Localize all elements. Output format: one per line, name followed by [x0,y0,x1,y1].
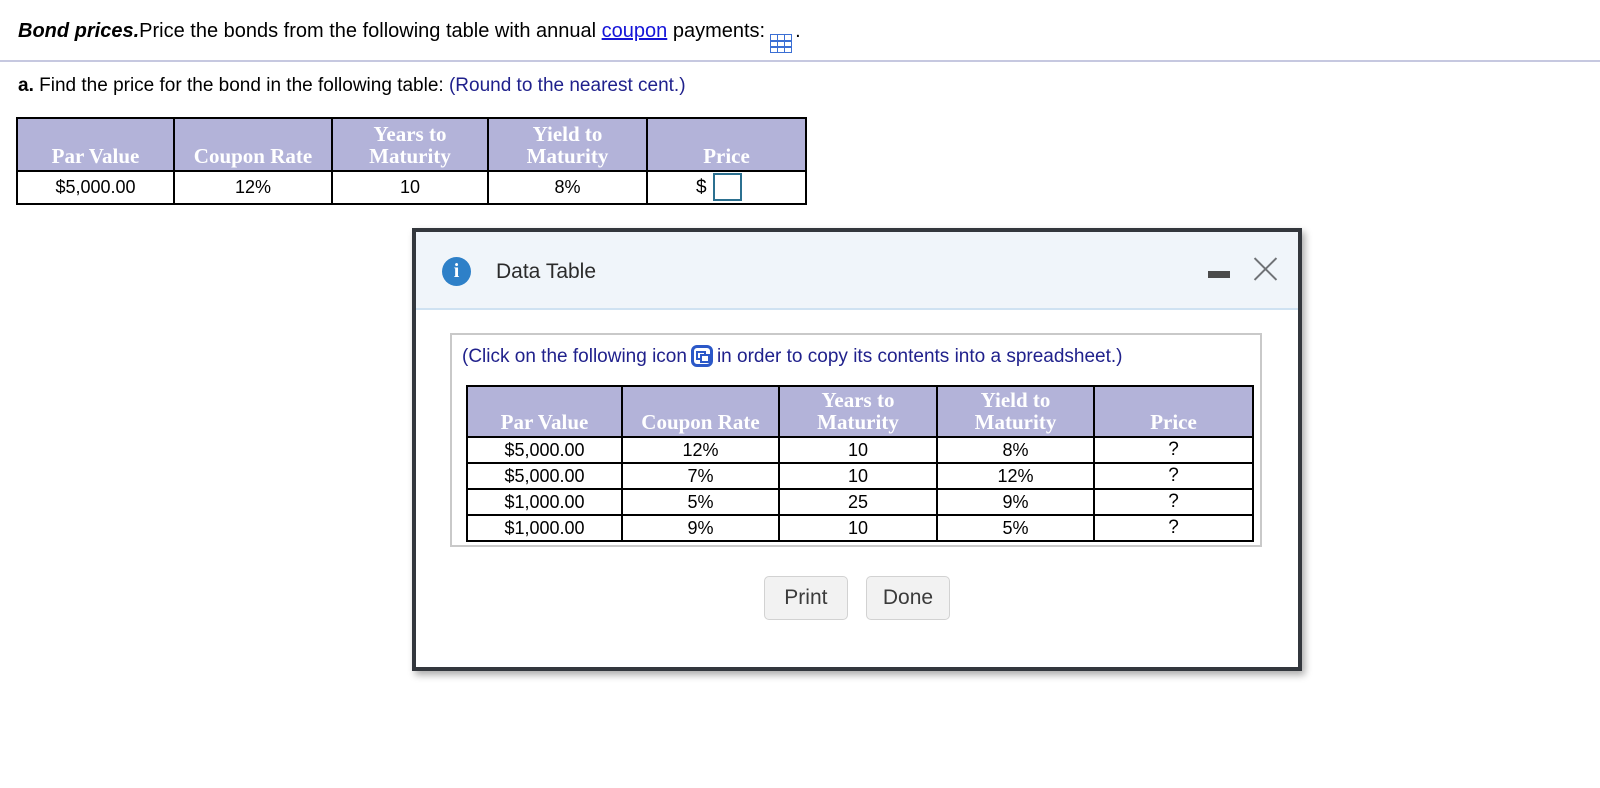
cell-yield-to-maturity: 8% [487,170,648,205]
main-bond-table: Par Value Coupon Rate Years to Maturity … [16,117,807,205]
column-header-yield-to-maturity: Yield to Maturity [936,385,1095,438]
part-a-label: a. [18,75,34,96]
table-grid-icon[interactable] [770,34,793,54]
column-header-price: Price [646,117,807,172]
column-header-coupon-rate: Coupon Rate [173,117,333,172]
question-text-after-link: payments: [667,20,766,42]
table-row: $5,000.00 7% 10 12% ? [466,462,1254,490]
dialog-table-header-row: Par Value Coupon Rate Years to Maturity [466,385,1254,438]
table-row: $5,000.00 12% 10 8% $ [16,170,807,205]
coupon-link[interactable]: coupon [602,20,668,42]
price-input[interactable] [713,173,742,201]
column-header-price: Price [1093,385,1254,438]
dialog-titlebar[interactable]: i Data Table [416,232,1298,310]
part-a-text: Find the price for the bond in the follo… [39,75,444,96]
question-text-before-link: Price the bonds from the following table… [139,20,602,42]
cell-coupon-rate: 9% [621,514,780,542]
table-row: $1,000.00 9% 10 5% ? [466,514,1254,542]
cell-years-to-maturity: 10 [331,170,489,205]
column-header-coupon-rate: Coupon Rate [621,385,780,438]
dialog-bond-table: Par Value Coupon Rate Years to Maturity [466,385,1254,542]
cell-price: $ [646,170,807,205]
cell-coupon-rate: 12% [621,436,780,464]
cell-years-to-maturity: 10 [778,514,938,542]
copy-hint-after: in order to copy its contents into a spr… [716,346,1123,367]
question-title: Bond prices. [18,20,140,42]
cell-par-value: $5,000.00 [16,170,175,205]
cell-par-value: $1,000.00 [466,514,623,542]
print-button[interactable]: Print [763,576,848,620]
cell-price: ? [1093,488,1254,516]
dialog-button-row: Print Done [416,576,1298,620]
cell-par-value: $1,000.00 [466,488,623,516]
cell-years-to-maturity: 10 [778,462,938,490]
main-table-header-row: Par Value Coupon Rate Years to Maturity … [16,117,807,172]
column-header-par-value: Par Value [16,117,175,172]
cell-coupon-rate: 5% [621,488,780,516]
dollar-sign: $ [696,177,707,198]
dialog-bond-table-container: Par Value Coupon Rate Years to Maturity [466,385,1254,542]
column-header-yield-to-maturity: Yield to Maturity [487,117,648,172]
cell-par-value: $5,000.00 [466,462,623,490]
data-table-dialog: i Data Table (Click on the following ico… [412,228,1302,671]
table-row: $5,000.00 12% 10 8% ? [466,436,1254,464]
column-header-years-to-maturity: Years to Maturity [331,117,489,172]
copy-hint-before: (Click on the following icon [462,346,687,367]
cell-coupon-rate: 12% [173,170,333,205]
copy-hint: (Click on the following icon in order to … [462,345,1123,368]
cell-yield-to-maturity: 8% [936,436,1095,464]
info-icon: i [442,257,471,286]
cell-price: ? [1093,436,1254,464]
minimize-button[interactable] [1204,260,1236,288]
cell-par-value: $5,000.00 [466,436,623,464]
section-divider [0,60,1600,62]
cell-yield-to-maturity: 5% [936,514,1095,542]
done-button[interactable]: Done [865,576,951,620]
column-header-years-to-maturity: Years to Maturity [778,385,938,438]
trailing-period: . [795,20,801,42]
cell-price: ? [1093,514,1254,542]
close-icon[interactable] [1248,252,1282,286]
part-a-prompt: a. Find the price for the bond in the fo… [18,73,686,98]
copy-panel: (Click on the following icon in order to … [450,333,1262,547]
column-header-par-value: Par Value [466,385,623,438]
cell-years-to-maturity: 10 [778,436,938,464]
part-a-rounding-note: (Round to the nearest cent.) [448,75,686,96]
cell-yield-to-maturity: 12% [936,462,1095,490]
table-row: $1,000.00 5% 25 9% ? [466,488,1254,516]
main-bond-table-container: Par Value Coupon Rate Years to Maturity … [16,117,807,205]
copy-to-spreadsheet-icon[interactable] [690,345,713,367]
dialog-body: (Click on the following icon in order to … [416,310,1298,667]
cell-yield-to-maturity: 9% [936,488,1095,516]
question-statement: Bond prices.Price the bonds from the fol… [18,18,1578,54]
cell-years-to-maturity: 25 [778,488,938,516]
cell-price: ? [1093,462,1254,490]
cell-coupon-rate: 7% [621,462,780,490]
dialog-title: Data Table [496,260,597,283]
